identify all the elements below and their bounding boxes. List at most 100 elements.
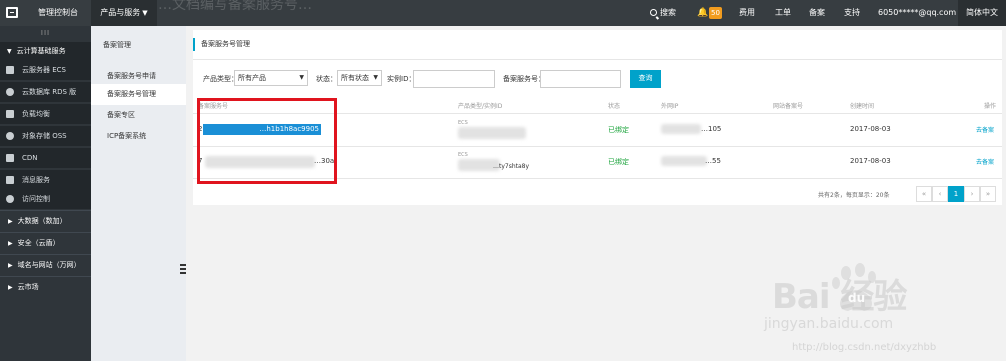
fee-link[interactable]: 费用 <box>739 0 755 26</box>
status-cell: 已绑定 <box>608 158 629 166</box>
subnav-link-zone[interactable]: 备案专区 <box>91 105 186 126</box>
pagination: 共有2条，每页显示：20条 « ‹ 1 › » <box>193 185 1002 203</box>
sidebar-item-label: 负载均衡 <box>22 110 50 118</box>
status-select-value: 所有状态 <box>341 74 369 82</box>
go-beian-link[interactable]: 去备案 <box>976 125 994 134</box>
status-label: 状态： <box>316 75 337 83</box>
sidebar-group-cloud-computing[interactable]: ▼ 云计算基础服务 <box>0 42 91 60</box>
sidebar-item-ram[interactable]: 访问控制 <box>0 189 91 209</box>
ip-cell: …105 <box>701 125 722 133</box>
title-accent-bar <box>193 38 195 51</box>
sidebar-item-rds[interactable]: 云数据库 RDS 版 <box>0 82 91 102</box>
message-icon <box>6 176 14 184</box>
instance-id-input[interactable] <box>413 70 495 88</box>
sidebar-item-cdn[interactable]: CDN <box>0 148 91 168</box>
support-link[interactable]: 支持 <box>844 0 860 26</box>
filter-bar: 产品类型： 所有产品 ▼ 状态： 所有状态 ▼ 实例ID： 备案服务号： 查询 <box>193 68 1002 90</box>
prev-page-button[interactable]: ‹ <box>932 186 948 202</box>
instance-id-label: 实例ID： <box>387 75 416 83</box>
last-page-button[interactable]: » <box>980 186 996 202</box>
app-root: 管理控制台 产品与服务 ▼ …文档编写备案服务号… 搜索 🔔 50 费用 工单 备… <box>0 0 1006 361</box>
instance-id-redacted <box>458 127 526 139</box>
first-page-button[interactable]: « <box>916 186 932 202</box>
notification-badge[interactable]: 50 <box>709 7 722 19</box>
column-header-status: 状态 <box>608 103 621 110</box>
watermark-du-text: du <box>848 291 866 305</box>
ip-redacted <box>661 124 701 134</box>
column-header-action: 操作 <box>984 103 997 110</box>
ip-cell: …55 <box>705 157 721 165</box>
baidu-jingyan-watermark: Bai 经验 du jingyan.baidu.com http://blog.… <box>762 261 962 361</box>
product-type-label: 产品类型： <box>203 75 238 83</box>
sidebar-item-ecs[interactable]: 云服务器 ECS <box>0 60 91 80</box>
ticket-link[interactable]: 工单 <box>775 0 791 26</box>
load-balance-icon <box>6 110 14 118</box>
status-select[interactable]: 所有状态 ▼ <box>337 70 382 86</box>
column-header-icp: 网站备案号 <box>773 103 804 110</box>
aliyun-logo-icon[interactable] <box>6 7 18 18</box>
bell-icon[interactable]: 🔔 <box>697 0 708 26</box>
product-type-cell: ECS <box>458 152 468 158</box>
sidebar-item-slb[interactable]: 负载均衡 <box>0 104 91 124</box>
watermark-brand-text: Bai 经验 <box>772 277 907 317</box>
sidebar-collapse-toggle[interactable]: III <box>0 26 91 42</box>
highlight-annotation-box <box>197 98 337 184</box>
language-switcher[interactable]: 简体中文 <box>958 0 1006 26</box>
sidebar-item-label: 云数据库 RDS 版 <box>22 88 77 96</box>
beian-link[interactable]: 备案 <box>809 0 825 26</box>
secondary-navigation: 备案管理 备案服务号申请 备案服务号管理 备案专区 ICP备案系统 <box>91 26 186 361</box>
product-type-value: 所有产品 <box>238 74 266 82</box>
sidebar-item-oss[interactable]: 对象存储 OSS <box>0 126 91 146</box>
sidebar-category-domain[interactable]: ▶ 域名与网站（万网） <box>0 255 91 276</box>
dropdown-arrow-icon: ▼ <box>299 74 304 81</box>
sidebar-category-label: 安全（云盾） <box>17 239 60 247</box>
current-page-button[interactable]: 1 <box>948 186 964 202</box>
created-cell: 2017-08-03 <box>850 125 891 133</box>
watermark-url-text: http://blog.csdn.net/dxyzhbb <box>792 342 937 353</box>
console-link[interactable]: 管理控制台 <box>26 0 88 26</box>
ip-redacted <box>661 156 707 166</box>
product-type-select[interactable]: 所有产品 ▼ <box>234 70 308 86</box>
caret-right-icon: ▶ <box>8 262 13 269</box>
page-title: 备案服务号管理 <box>201 40 250 48</box>
sidebar-category-market[interactable]: ▶ 云市场 <box>0 277 91 298</box>
page-header: 备案服务号管理 <box>193 30 1002 60</box>
product-type-cell: ECS <box>458 120 468 126</box>
user-account-menu[interactable]: 6050*****@qq.com <box>878 0 956 26</box>
sidebar-item-label: 访问控制 <box>22 195 50 203</box>
sidebar-category-label: 大数据（数加） <box>17 217 67 225</box>
server-icon <box>6 66 14 74</box>
sidebar-category-bigdata[interactable]: ▶ 大数据（数加） <box>0 211 91 232</box>
instance-id-cell: …ty7shta8y <box>493 163 530 170</box>
query-button[interactable]: 查询 <box>630 70 661 88</box>
go-beian-link[interactable]: 去备案 <box>976 157 994 166</box>
left-sidebar: III ▼ 云计算基础服务 云服务器 ECS 云数据库 RDS 版 负载均衡 对象… <box>0 26 91 361</box>
sidebar-item-label: 云服务器 ECS <box>22 66 66 74</box>
dropdown-arrow-icon: ▼ <box>373 74 378 81</box>
subnav-link-icp-system[interactable]: ICP备案系统 <box>91 126 186 147</box>
next-page-button[interactable]: › <box>964 186 980 202</box>
column-header-ip: 外网IP <box>661 103 679 110</box>
cdn-icon <box>6 154 14 162</box>
caret-right-icon: ▶ <box>8 240 13 247</box>
products-menu-button[interactable]: 产品与服务 ▼ <box>91 0 157 26</box>
column-header-created: 创建时间 <box>850 103 875 110</box>
sidebar-item-label: 对象存储 OSS <box>22 132 67 140</box>
pagination-info: 共有2条，每页显示：20条 <box>818 192 890 199</box>
storage-icon <box>6 132 14 140</box>
database-icon <box>6 88 14 96</box>
subnav-link-manage[interactable]: 备案服务号管理 <box>91 84 186 105</box>
created-cell: 2017-08-03 <box>850 157 891 165</box>
search-button[interactable]: 搜索 <box>650 0 676 26</box>
caret-down-icon: ▼ <box>7 48 12 55</box>
sidebar-category-label: 云市场 <box>17 283 39 291</box>
service-no-input[interactable] <box>540 70 621 88</box>
search-label: 搜索 <box>660 8 676 17</box>
overlay-title-text: …文档编写备案服务号… <box>158 0 312 13</box>
chevron-down-icon: ▼ <box>142 9 148 17</box>
secondary-nav-title: 备案管理 <box>103 41 131 49</box>
sidebar-item-mns[interactable]: 消息服务 <box>0 170 91 190</box>
status-cell: 已绑定 <box>608 126 629 134</box>
service-no-label: 备案服务号： <box>503 75 545 83</box>
sidebar-category-security[interactable]: ▶ 安全（云盾） <box>0 233 91 254</box>
